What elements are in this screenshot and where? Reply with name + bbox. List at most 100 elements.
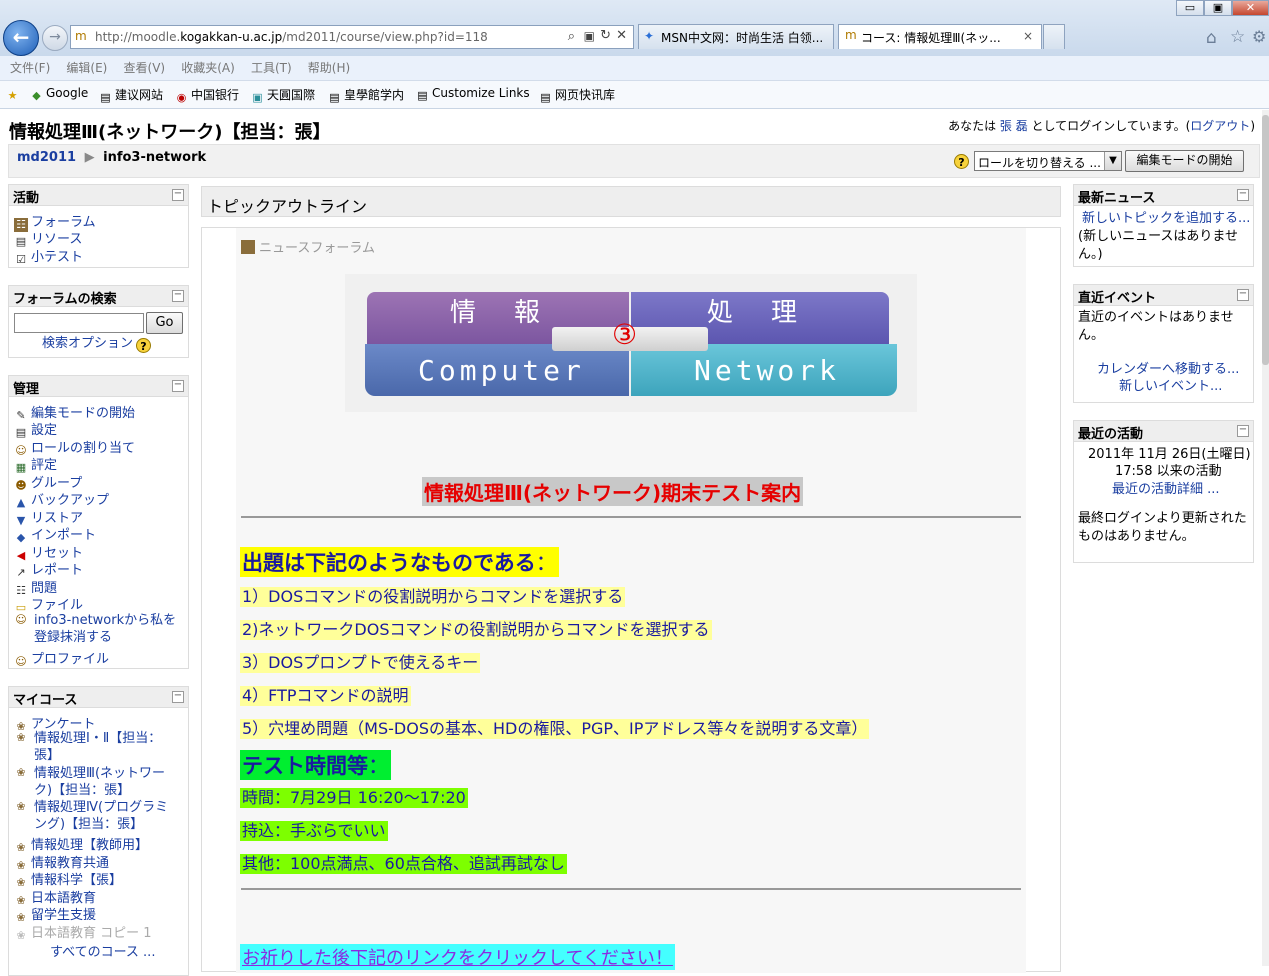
- block-title: 最新ニュース: [1078, 191, 1156, 206]
- refresh-icon[interactable]: ↻: [600, 28, 611, 43]
- exam-list-item: 5）穴埋め問題（MS-DOSの基本、HDの権限、PGP、IPアドレス等々を説明す…: [240, 719, 870, 739]
- latest-news-block: 最新ニュース − 新しいトピックを追加する... (新しいニュースはありません。): [1073, 184, 1254, 267]
- fav-kogakkan[interactable]: ▤ 皇學館学内: [328, 86, 404, 104]
- course-item[interactable]: ❀ 情報処理Ⅰ・Ⅱ【担当：張】: [14, 730, 179, 764]
- fav-web-slice[interactable]: ▤ 网页快讯库: [539, 86, 615, 104]
- add-topic-link[interactable]: 新しいトピックを追加する...: [1082, 210, 1250, 228]
- menu-file[interactable]: 文件(F): [10, 59, 50, 76]
- tools-gear-icon[interactable]: ⚙: [1252, 27, 1266, 46]
- home-icon[interactable]: ⌂: [1206, 28, 1217, 48]
- scrollbar-thumb[interactable]: [1262, 115, 1269, 365]
- course-item[interactable]: ❀ 情報処理Ⅲ(ネットワーク)【担当：張】: [14, 765, 179, 799]
- activities-block: 活動 − ☷ フォーラム ▤ リソース ☑ 小テスト: [8, 184, 189, 268]
- breadcrumb-home[interactable]: md2011: [17, 150, 76, 165]
- fav-bank-of-china[interactable]: ◉ 中国银行: [175, 86, 239, 104]
- address-bar[interactable]: m http://moodle.kogakkan-u.ac.jp/md2011/…: [70, 25, 634, 49]
- activity-quiz[interactable]: ☑ 小テスト: [14, 246, 83, 267]
- logout-link[interactable]: ログアウト: [1190, 119, 1250, 133]
- collapse-icon[interactable]: −: [172, 290, 184, 302]
- menu-tools[interactable]: 工具(T): [251, 59, 292, 76]
- recent-none-text: 最終ログインより更新されたものはありません。: [1078, 511, 1247, 544]
- admin-unenrol[interactable]: ☺ info3-networkから私を登録抹消する: [14, 612, 179, 646]
- course-icon: ❀: [16, 800, 26, 813]
- breadcrumb-current: info3-network: [103, 150, 207, 165]
- block-title: マイコース: [13, 693, 78, 708]
- page-scrollbar[interactable]: [1262, 110, 1269, 966]
- fav-google[interactable]: ◆ Google: [30, 86, 88, 102]
- search-options-link[interactable]: 検索オプション: [42, 335, 133, 353]
- profile-icon: ☺: [15, 655, 27, 668]
- tab-label: MSN中文网：时尚生活 白领...: [661, 31, 824, 45]
- search-icon[interactable]: ⌕: [568, 29, 575, 44]
- calendar-link[interactable]: カレンダーへ移動する...: [1097, 361, 1239, 379]
- maximize-button[interactable]: ▣: [1204, 0, 1232, 16]
- banner-text: Network: [694, 354, 841, 387]
- back-button[interactable]: ←: [3, 20, 39, 56]
- forum-search-input[interactable]: [14, 313, 144, 333]
- exam-info-item: 時間：7月29日 16:20～17:20: [240, 788, 468, 808]
- menu-view[interactable]: 查看(V): [124, 59, 166, 76]
- mycourses-block: マイコース − ❀ アンケート ❀ 情報処理Ⅰ・Ⅱ【担当：張】 ❀ 情報処理Ⅲ(ネットワ…: [8, 686, 189, 976]
- chevron-down-icon: ▼: [1104, 152, 1121, 170]
- course-icon: ❀: [16, 766, 26, 779]
- tab-close-icon[interactable]: ×: [1023, 29, 1033, 43]
- close-window-button[interactable]: ✕: [1232, 0, 1269, 16]
- block-title: 管理: [13, 382, 40, 397]
- tab-msn[interactable]: ✦ MSN中文网：时尚生活 白领...: [638, 24, 834, 49]
- fav-suggested-sites[interactable]: ▤ 建议网站: [99, 86, 163, 104]
- minimize-button[interactable]: ▭: [1176, 0, 1204, 16]
- recent-detail-link[interactable]: 最近の活動詳細 ...: [1112, 481, 1220, 499]
- forum-search-go-button[interactable]: Go: [146, 312, 183, 334]
- collapse-icon[interactable]: −: [172, 380, 184, 392]
- topic-outline-header: トピックアウトライン: [201, 186, 1061, 217]
- menu-edit[interactable]: 编辑(E): [66, 59, 107, 76]
- edit-mode-button[interactable]: 編集モードの開始: [1125, 150, 1244, 172]
- admin-profile[interactable]: ☺ プロファイル: [14, 648, 109, 669]
- course-item[interactable]: ❀ 情報処理Ⅳ(プログラミング)【担当：張】: [14, 799, 179, 833]
- favorites-star-icon[interactable]: ☆: [1230, 27, 1245, 47]
- breadcrumb-separator-icon: ▶: [84, 150, 95, 165]
- stop-icon[interactable]: ✕: [616, 28, 627, 43]
- banner-text: 処 理: [707, 298, 804, 328]
- moodle-favicon-icon: m: [845, 28, 857, 42]
- forward-button[interactable]: →: [42, 25, 68, 51]
- block-title: 活動: [13, 191, 40, 206]
- banner-text: Computer: [418, 354, 585, 387]
- compat-view-icon[interactable]: ▣: [584, 29, 595, 43]
- course-item-hidden[interactable]: ❀ 日本語教育 コピー 1: [14, 922, 151, 943]
- collapse-icon[interactable]: −: [1237, 425, 1249, 437]
- favorites-bar: ★ ◆ Google ▤ 建议网站 ◉ 中国银行 ▣ 天圓国際 ▤ 皇學館学内 ▤ Cust…: [0, 81, 1269, 109]
- topic-outline-title: トピックアウトライン: [207, 197, 368, 216]
- role-switch-select[interactable]: ロールを切り替える ... ▼: [974, 151, 1122, 171]
- new-tab-button[interactable]: [1043, 24, 1065, 49]
- collapse-icon[interactable]: −: [172, 189, 184, 201]
- menu-help[interactable]: 帮助(H): [308, 59, 350, 76]
- tab-label: コース: 情報処理Ⅲ(ネッ...: [861, 31, 1001, 45]
- user-profile-link[interactable]: 張 磊: [1000, 119, 1028, 133]
- news-forum-link[interactable]: ニュースフォーラム: [241, 237, 375, 256]
- tab-course[interactable]: m コース: 情報処理Ⅲ(ネッ... ×: [838, 24, 1042, 49]
- help-icon[interactable]: ?: [136, 338, 151, 353]
- fav-customize-links[interactable]: ▤ Customize Links: [416, 86, 529, 102]
- collapse-icon[interactable]: −: [1237, 289, 1249, 301]
- banner-number: ③: [612, 318, 638, 351]
- exam-list-item: 4）FTPコマンドの説明: [240, 686, 411, 706]
- exam-list-item: 3）DOSプロンプトで使えるキー: [240, 653, 481, 673]
- site-favicon-icon: m: [75, 29, 87, 43]
- fav-tianyuan[interactable]: ▣ 天圓国際: [251, 86, 315, 104]
- course-banner-image: 情 報 処 理 ③ Computer Network: [345, 274, 917, 412]
- all-courses-link[interactable]: すべてのコース ...: [50, 944, 155, 962]
- menu-favorites[interactable]: 收藏夹(A): [181, 59, 235, 76]
- unenrol-icon: ☺: [15, 613, 27, 626]
- menu-bar: 文件(F) 编辑(E) 查看(V) 收藏夹(A) 工具(T) 帮助(H): [0, 56, 1269, 81]
- footer-link[interactable]: お祈りした後下記のリンクをクリックしてください！: [240, 944, 675, 970]
- collapse-icon[interactable]: −: [1237, 189, 1249, 201]
- new-event-link[interactable]: 新しいイベント...: [1119, 378, 1222, 396]
- forum-icon: [241, 240, 255, 254]
- address-url: http://moodle.kogakkan-u.ac.jp/md2011/co…: [95, 30, 488, 44]
- help-icon[interactable]: ?: [954, 154, 969, 169]
- block-title: 直近イベント: [1078, 291, 1157, 306]
- recent-since: 17:58 以来の活動: [1115, 464, 1222, 479]
- collapse-icon[interactable]: −: [172, 691, 184, 703]
- favorites-add-icon[interactable]: ★: [6, 86, 22, 102]
